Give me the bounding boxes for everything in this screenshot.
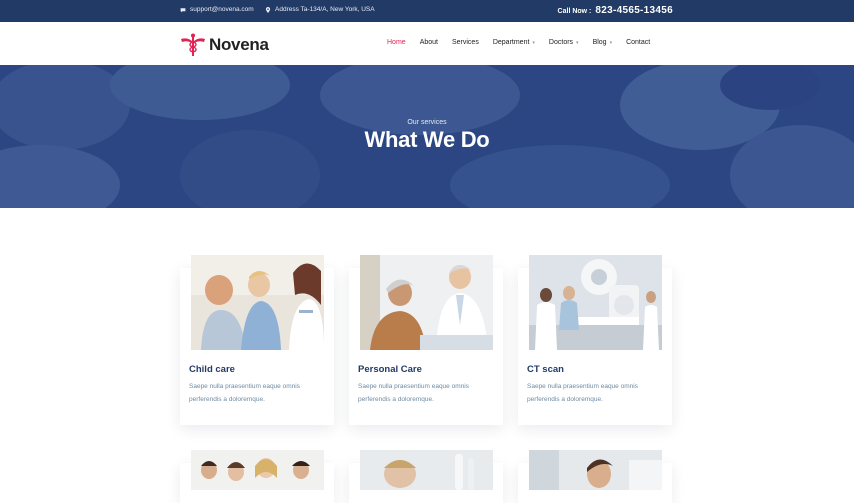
child-care-photo [191,255,324,350]
doctor-photo [529,450,662,490]
service-description: Saepe nulla praesentium eaque omnis perf… [358,383,469,403]
service-card-personal-care[interactable]: Personal Care Saepe nulla praesentium ea… [349,255,503,425]
service-card[interactable] [349,450,503,503]
personal-care-photo [360,255,493,350]
nav-item-blog[interactable]: Blog ▾ [593,39,613,46]
service-card[interactable] [180,450,334,503]
service-description: Saepe nulla praesentium eaque omnis perf… [527,383,638,403]
chat-icon [180,7,186,12]
lab-photo [360,450,493,490]
nav-item-department[interactable]: Department ▾ [493,39,535,46]
nav-item-doctors[interactable]: Doctors ▾ [549,39,579,46]
nav-item-label: Blog [592,39,607,46]
hero-subtitle: Our services [407,119,447,126]
nav-menu: Home About Services Department ▾ Doctors ▾… [387,39,664,46]
email-contact[interactable]: support@novena.com [180,6,254,13]
service-card-ct-scan[interactable]: CT scan Saepe nulla praesentium eaque om… [518,255,672,425]
service-card-child-care[interactable]: Child care Saepe nulla praesentium eaque… [180,255,334,425]
nav-item-label: Doctors [548,39,574,46]
nav-item-contact[interactable]: Contact [626,39,650,46]
chevron-down-icon: ▾ [609,39,613,46]
brand-name: Novena [209,35,269,54]
service-title[interactable]: CT scan [527,364,564,375]
page-hero-banner: Our services What We Do [0,65,854,208]
service-card[interactable] [518,450,672,503]
nav-item-label: About [419,39,438,46]
nav-item-label: Contact [626,39,651,46]
service-title[interactable]: Personal Care [358,364,422,375]
service-description: Saepe nulla praesentium eaque omnis perf… [189,383,300,403]
nav-item-label: Department [492,39,530,46]
call-now[interactable]: Call Now : 823-4565-13456 [558,5,673,16]
top-bar: support@novena.com Address Ta-134/A, New… [0,0,854,22]
page-title: What We Do [364,127,490,152]
chevron-down-icon: ▾ [532,39,535,46]
ct-scan-photo [529,255,662,350]
caduceus-logo-icon [181,33,205,56]
nav-item-label: Home [387,39,406,46]
nav-item-services[interactable]: Services [452,39,479,46]
nav-item-label: Services [451,39,479,46]
address-text: Address Ta-134/A, New York, USA [275,6,375,13]
address-contact: Address Ta-134/A, New York, USA [265,6,375,13]
chevron-down-icon: ▾ [576,39,579,46]
call-number[interactable]: 823-4565-13456 [595,5,673,16]
nav-item-about[interactable]: About [420,39,438,46]
main-navbar: Novena Home About Services Department ▾ D… [0,22,854,65]
nav-item-home[interactable]: Home [387,39,406,46]
service-title[interactable]: Child care [189,364,235,375]
brand-logo[interactable]: Novena [180,33,269,57]
team-photo [191,450,324,490]
location-pin-icon [265,6,271,13]
email-text: support@novena.com [190,6,254,13]
call-label: Call Now : [557,8,592,15]
